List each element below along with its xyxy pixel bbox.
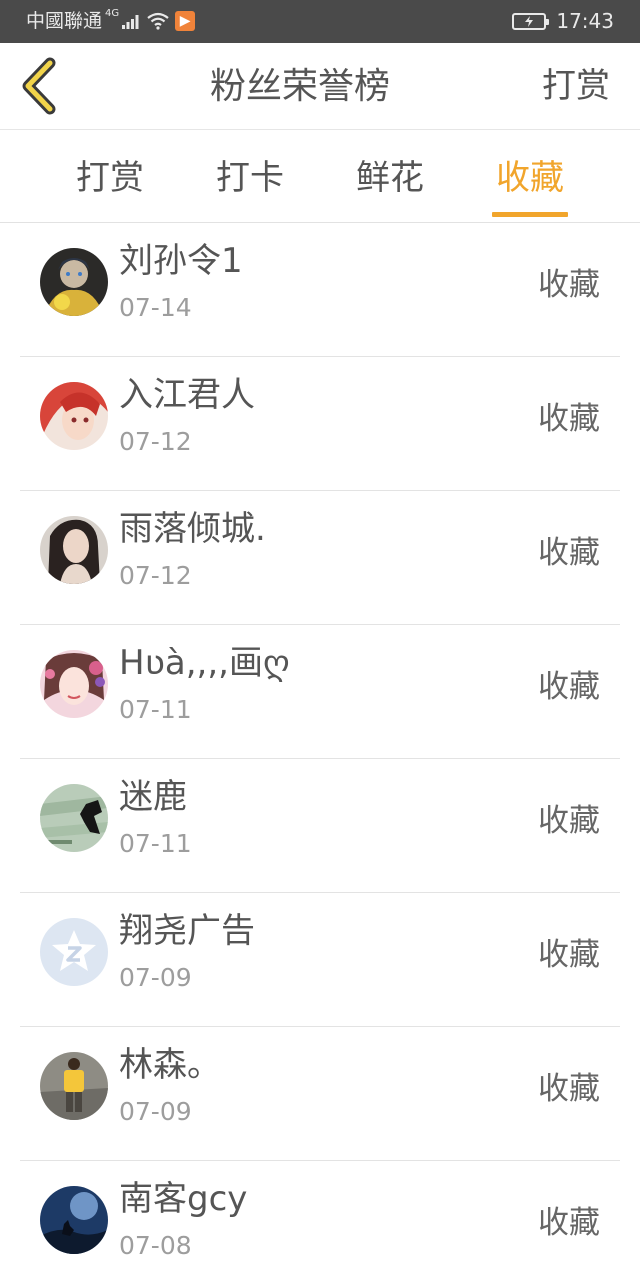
- fan-name: 入江君人: [119, 375, 255, 415]
- status-right: 17:43: [512, 9, 614, 33]
- action-label: 收藏: [538, 535, 600, 571]
- action-label: 收藏: [538, 1205, 600, 1241]
- reward-button[interactable]: 打赏: [542, 43, 610, 130]
- tab-label: 打卡: [216, 158, 284, 198]
- tab-flowers[interactable]: 鲜花: [340, 130, 440, 223]
- action-label: 收藏: [538, 937, 600, 973]
- app-notification-icon: ▶: [175, 11, 196, 31]
- list-item[interactable]: 入江君人 07-12 收藏: [20, 357, 620, 491]
- fan-name: 雨落倾城.: [119, 509, 266, 549]
- signal-icon: [121, 12, 139, 29]
- page-title: 粉丝荣誉榜: [209, 66, 390, 107]
- fan-date: 07-12: [119, 427, 192, 456]
- action-label: 收藏: [538, 669, 600, 705]
- fan-name: 南客gcy: [119, 1179, 248, 1219]
- fan-name: Hʋà,,,,画ღ: [119, 643, 290, 683]
- avatar[interactable]: [40, 382, 108, 450]
- list-item[interactable]: 刘孙令1 07-14 收藏: [20, 223, 620, 357]
- list-item[interactable]: 雨落倾城. 07-12 收藏: [20, 491, 620, 625]
- status-bar: 中國聯通 4G ▶ 17:43: [0, 0, 640, 43]
- status-left: 中國聯通 4G ▶: [26, 8, 196, 33]
- fan-date: 07-12: [119, 561, 192, 590]
- tab-label: 收藏: [496, 158, 564, 198]
- tab-reward[interactable]: 打赏: [60, 130, 160, 223]
- app-header: 粉丝荣誉榜 打赏: [0, 43, 640, 130]
- action-label: 收藏: [538, 1071, 600, 1107]
- fan-name: 刘孙令1: [119, 241, 243, 281]
- avatar[interactable]: [40, 1186, 108, 1254]
- tab-checkin[interactable]: 打卡: [200, 130, 300, 223]
- fan-date: 07-11: [119, 829, 192, 858]
- fan-name: 迷鹿: [119, 777, 187, 817]
- avatar[interactable]: [40, 650, 108, 718]
- avatar[interactable]: [40, 918, 108, 986]
- action-label: 收藏: [538, 803, 600, 839]
- fan-list: 刘孙令1 07-14 收藏 入江君人 07-12 收藏 雨落倾城. 07-12 …: [20, 223, 620, 1280]
- list-item[interactable]: 林森。 07-09 收藏: [20, 1027, 620, 1161]
- clock-label: 17:43: [556, 9, 614, 33]
- fan-date: 07-09: [119, 963, 192, 992]
- fan-date: 07-09: [119, 1097, 192, 1126]
- fan-name: 林森。: [119, 1045, 221, 1085]
- list-item[interactable]: 南客gcy 07-08 收藏: [20, 1161, 620, 1280]
- wifi-icon: [147, 12, 169, 30]
- avatar[interactable]: [40, 1052, 108, 1120]
- list-item[interactable]: 翔尧广告 07-09 收藏: [20, 893, 620, 1027]
- fan-date: 07-11: [119, 695, 192, 724]
- carrier-label: 中國聯通: [26, 10, 103, 32]
- tab-bar: 打赏 打卡 鲜花 收藏: [0, 130, 640, 223]
- tab-favorites[interactable]: 收藏: [480, 130, 580, 223]
- list-item[interactable]: 迷鹿 07-11 收藏: [20, 759, 620, 893]
- avatar[interactable]: [40, 248, 108, 316]
- tab-label: 鲜花: [356, 158, 424, 198]
- fan-date: 07-08: [119, 1231, 192, 1260]
- active-tab-indicator: [492, 212, 568, 217]
- avatar[interactable]: [40, 516, 108, 584]
- fan-date: 07-14: [119, 293, 192, 322]
- tab-label: 打赏: [76, 158, 144, 198]
- action-label: 收藏: [538, 401, 600, 437]
- action-label: 收藏: [538, 267, 600, 303]
- battery-icon: [512, 12, 550, 30]
- network-type-label: 4G: [105, 8, 120, 19]
- avatar[interactable]: [40, 784, 108, 852]
- fan-name: 翔尧广告: [119, 911, 255, 951]
- list-item[interactable]: Hʋà,,,,画ღ 07-11 收藏: [20, 625, 620, 759]
